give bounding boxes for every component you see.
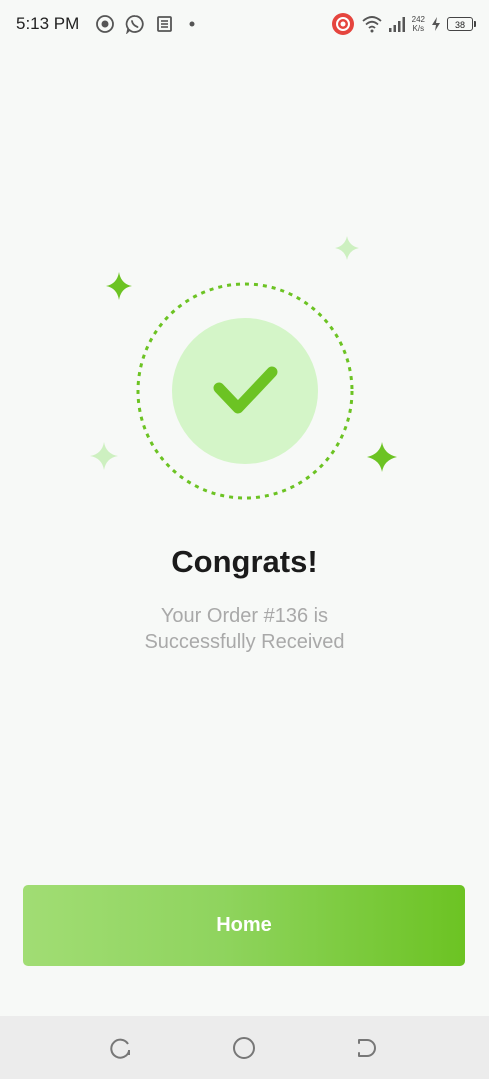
success-title: Congrats! — [171, 544, 318, 579]
success-illustration — [90, 236, 397, 500]
recent-apps-icon — [110, 1038, 130, 1059]
home-nav-button[interactable] — [230, 1034, 258, 1062]
sparkle-icon — [367, 442, 397, 472]
home-button[interactable]: Home — [23, 885, 465, 966]
success-message: Your Order #136 is Successfully Received — [0, 603, 489, 655]
sparkle-icon — [335, 236, 359, 260]
check-circle-background — [172, 318, 318, 464]
sparkle-icon — [90, 442, 118, 470]
back-icon — [358, 1039, 376, 1057]
home-nav-icon — [233, 1037, 255, 1059]
sparkle-icon — [106, 272, 132, 300]
success-message-line2: Successfully Received — [144, 631, 345, 653]
system-nav-bar — [0, 1016, 489, 1079]
back-button[interactable] — [352, 1034, 380, 1062]
success-message-line1: Your Order #136 is — [160, 605, 329, 627]
recent-apps-button[interactable] — [107, 1034, 135, 1062]
